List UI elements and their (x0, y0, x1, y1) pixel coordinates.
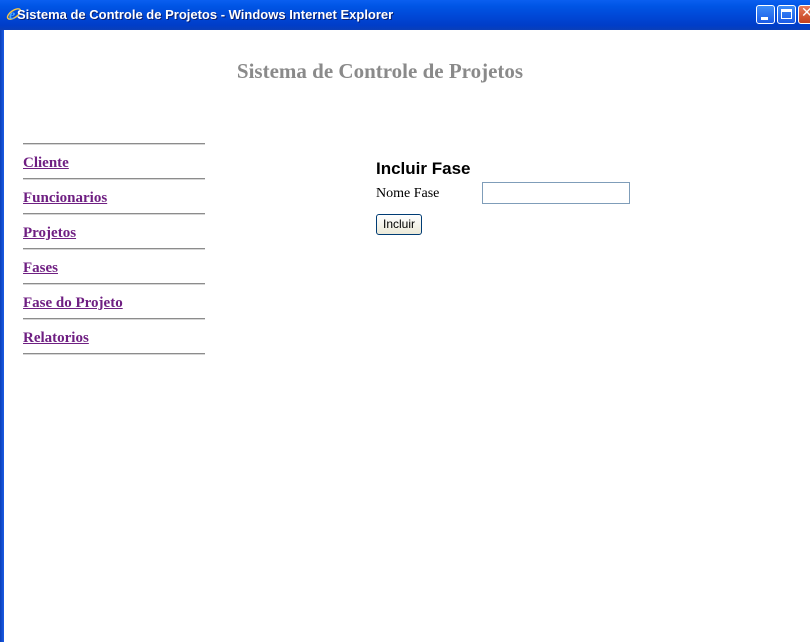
page-title: Sistema de Controle de Projetos (236, 59, 524, 83)
nav-link-relatorios[interactable]: Relatorios (23, 320, 205, 353)
sidebar-nav: Cliente Funcionarios Projetos Fases Fase… (23, 143, 205, 355)
incluir-button[interactable]: Incluir (376, 214, 423, 235)
nav-link-fases[interactable]: Fases (23, 250, 205, 283)
minimize-button[interactable] (756, 5, 775, 24)
nav-divider (23, 353, 205, 355)
window-title: Sistema de Controle de Projetos - Window… (17, 7, 394, 22)
close-button[interactable]: ✕ (798, 5, 810, 24)
svg-text:e: e (9, 8, 15, 22)
nav-link-funcionarios[interactable]: Funcionarios (23, 180, 205, 213)
nome-fase-label: Nome Fase (376, 186, 440, 201)
maximize-icon (781, 9, 792, 19)
nav-link-fase-do-projeto[interactable]: Fase do Projeto (23, 285, 205, 318)
nav-link-cliente[interactable]: Cliente (23, 145, 205, 178)
close-icon: ✕ (801, 5, 810, 21)
incluir-fase-form: Incluir Fase Nome Fase Incluir (376, 156, 630, 235)
nav-link-projetos[interactable]: Projetos (23, 215, 205, 248)
nome-fase-row: Nome Fase (376, 182, 630, 206)
minimize-icon (761, 17, 768, 20)
form-heading: Incluir Fase (376, 159, 471, 178)
window-titlebar[interactable]: e Sistema de Controle de Projetos - Wind… (0, 0, 810, 30)
window-frame-left (0, 30, 4, 642)
nome-fase-input[interactable] (482, 182, 630, 204)
maximize-button[interactable] (777, 5, 796, 24)
